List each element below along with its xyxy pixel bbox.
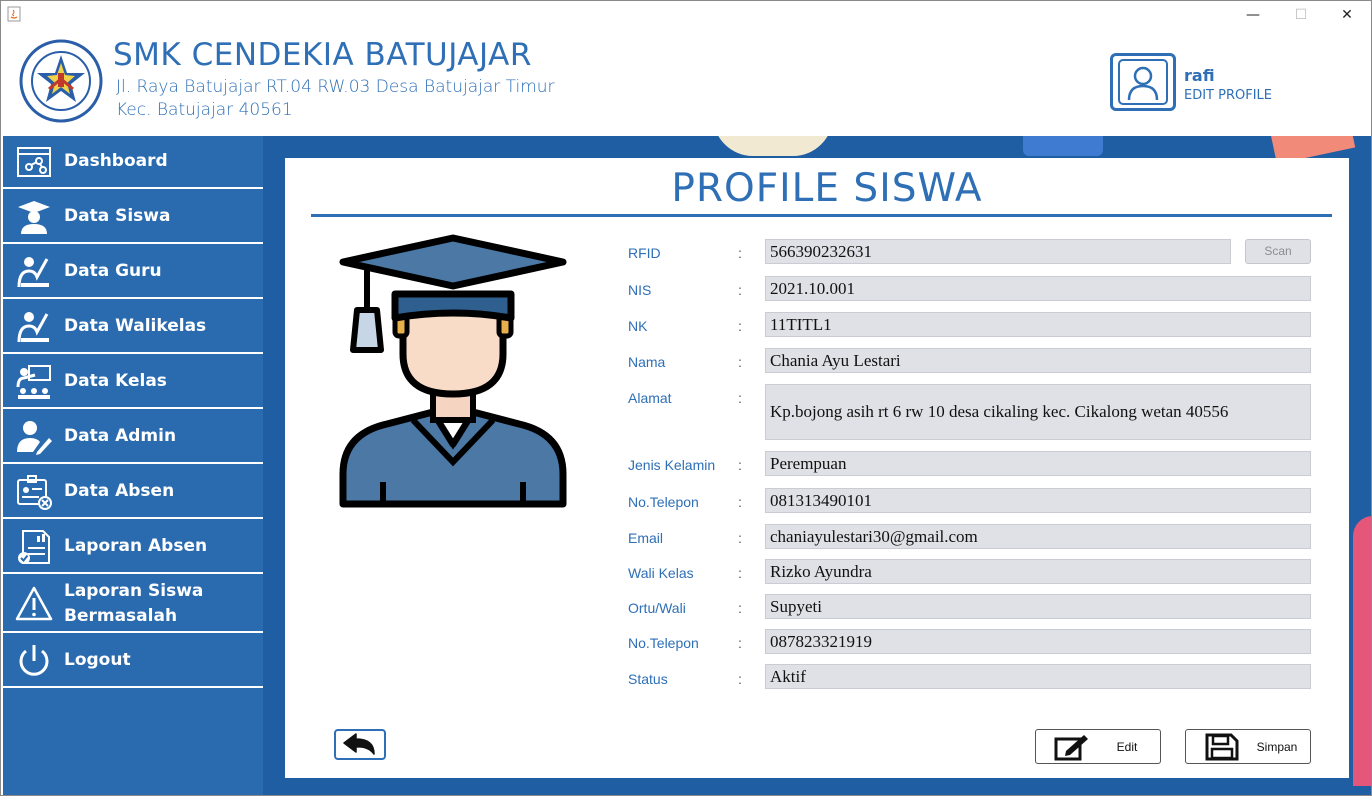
field-label-ortu-wali: Ortu/Wali xyxy=(628,600,686,616)
floppy-disk-icon xyxy=(1205,733,1239,761)
edit-profile-link[interactable]: EDIT PROFILE xyxy=(1184,88,1272,103)
teacher-icon xyxy=(17,311,49,342)
sidebar-item-data-siswa[interactable]: Data Siswa xyxy=(3,191,263,244)
sidebar-item-label: Data Siswa xyxy=(64,206,171,226)
jenis-kelamin-field[interactable]: Perempuan xyxy=(765,451,1311,476)
admin-edit-icon xyxy=(17,420,52,455)
no-telepon-ortu-field[interactable]: 087823321919 xyxy=(765,629,1311,654)
report-icon xyxy=(18,529,50,564)
field-label-nis: NIS xyxy=(628,282,652,298)
app-window: — ☐ ✕ SMK CENDEKIA BATUJAJAR Jl. Raya Ba… xyxy=(0,0,1372,796)
field-colon: : xyxy=(738,390,742,406)
save-button-label: Simpan xyxy=(1256,739,1298,754)
back-button[interactable] xyxy=(334,729,386,760)
title-bar: — ☐ ✕ xyxy=(1,1,1371,29)
page-title: PROFILE SISWA xyxy=(671,166,983,211)
sidebar-item-laporan-absen[interactable]: Laporan Absen xyxy=(3,521,263,574)
minimize-button[interactable]: — xyxy=(1231,4,1275,26)
sidebar-item-data-admin[interactable]: Data Admin xyxy=(3,411,263,464)
sidebar-item-logout[interactable]: Logout xyxy=(3,635,263,688)
ortu-wali-field[interactable]: Supyeti xyxy=(765,594,1311,619)
sidebar-item-label: Laporan Siswa Bermasalah xyxy=(64,580,204,626)
field-label-no-telepon: No.Telepon xyxy=(628,494,699,510)
field-colon: : xyxy=(738,457,742,473)
decoration-shape xyxy=(1023,136,1103,156)
field-colon: : xyxy=(738,494,742,510)
wali-kelas-field[interactable]: Rizko Ayundra xyxy=(765,559,1311,584)
field-colon: : xyxy=(738,671,742,687)
classroom-icon xyxy=(16,364,51,399)
teacher-icon xyxy=(17,256,49,287)
user-name: rafi xyxy=(1184,66,1215,85)
alamat-field[interactable]: Kp.bojong asih rt 6 rw 10 desa cikaling … xyxy=(765,384,1311,440)
edit-button-label: Edit xyxy=(1116,739,1138,754)
sidebar-item-label: Data Kelas xyxy=(64,371,167,391)
edit-button[interactable]: Edit xyxy=(1035,729,1161,764)
field-label-nk: NK xyxy=(628,318,648,334)
sidebar-item-data-guru[interactable]: Data Guru xyxy=(3,246,263,299)
sidebar-item-data-absen[interactable]: Data Absen xyxy=(3,466,263,519)
school-logo xyxy=(19,39,103,123)
address-line-1: Jl. Raya Batujajar RT.04 RW.03 Desa Batu… xyxy=(116,77,555,97)
save-button[interactable]: Simpan xyxy=(1185,729,1311,764)
field-colon: : xyxy=(738,318,742,334)
field-colon: : xyxy=(738,600,742,616)
graduate-icon xyxy=(18,200,50,234)
field-label-nama: Nama xyxy=(628,354,666,370)
field-colon: : xyxy=(738,282,742,298)
back-arrow-icon xyxy=(343,732,375,755)
field-colon: : xyxy=(738,635,742,651)
student-graduate-illustration xyxy=(339,234,567,508)
nama-field[interactable]: Chania Ayu Lestari xyxy=(765,348,1311,373)
field-label-rfid: RFID xyxy=(628,245,661,261)
nk-field[interactable]: 11TITL1 xyxy=(765,312,1311,337)
field-label-email: Email xyxy=(628,530,664,546)
sidebar-item-label: Logout xyxy=(64,650,131,670)
sidebar-item-data-kelas[interactable]: Data Kelas xyxy=(3,356,263,409)
user-profile-button[interactable] xyxy=(1110,53,1176,111)
dashboard-icon xyxy=(17,146,51,177)
field-label-alamat: Alamat xyxy=(628,390,672,406)
java-app-icon xyxy=(7,6,21,22)
sidebar-item-label: Data Guru xyxy=(64,261,162,281)
status-field[interactable]: Aktif xyxy=(765,664,1311,689)
sidebar-item-laporan-siswa-bermasalah[interactable]: Laporan Siswa Bermasalah xyxy=(3,576,263,633)
email-field[interactable]: chaniayulestari30@gmail.com xyxy=(765,524,1311,549)
decoration-shape xyxy=(713,136,833,156)
sidebar-item-data-walikelas[interactable]: Data Walikelas xyxy=(3,301,263,354)
sidebar-item-label: Dashboard xyxy=(64,151,168,171)
no-telepon-field[interactable]: 081313490101 xyxy=(765,488,1311,513)
scan-button[interactable]: Scan xyxy=(1245,239,1311,264)
field-colon: : xyxy=(738,245,742,261)
profile-panel: PROFILE SISWA RFID : 566390232631 Scan N… xyxy=(285,158,1349,778)
sidebar-item-label: Laporan Absen xyxy=(64,536,208,556)
edit-icon xyxy=(1054,735,1088,761)
nis-field[interactable]: 2021.10.001 xyxy=(765,276,1311,301)
title-divider xyxy=(311,214,1332,217)
school-name: SMK CENDEKIA BATUJAJAR xyxy=(113,37,532,73)
close-button[interactable]: ✕ xyxy=(1325,4,1369,26)
power-icon xyxy=(19,644,49,676)
field-colon: : xyxy=(738,565,742,581)
field-label-wali-kelas: Wali Kelas xyxy=(628,565,694,581)
field-label-no-telepon-ortu: No.Telepon xyxy=(628,635,699,651)
field-label-status: Status xyxy=(628,671,668,687)
school-address: Jl. Raya Batujajar RT.04 RW.03 Desa Batu… xyxy=(116,76,555,122)
user-avatar-icon xyxy=(1118,59,1168,105)
app-header: SMK CENDEKIA BATUJAJAR Jl. Raya Batujaja… xyxy=(3,29,1371,136)
sidebar-item-label: Data Walikelas xyxy=(64,316,207,336)
sidebar-item-label: Data Absen xyxy=(64,481,175,501)
field-colon: : xyxy=(738,530,742,546)
field-label-jenis-kelamin: Jenis Kelamin xyxy=(628,457,716,473)
sidebar-item-label: Data Admin xyxy=(64,426,177,446)
warning-icon xyxy=(15,586,53,620)
id-card-icon xyxy=(17,474,52,510)
maximize-button[interactable]: ☐ xyxy=(1279,4,1323,26)
sidebar-item-dashboard[interactable]: Dashboard xyxy=(3,136,263,189)
field-colon: : xyxy=(738,354,742,370)
decoration-shape xyxy=(1353,516,1371,786)
rfid-field[interactable]: 566390232631 xyxy=(765,239,1231,264)
sidebar: Dashboard Data Siswa Data Guru Data Wali… xyxy=(3,136,263,795)
address-line-2: Kec. Batujajar 40561 xyxy=(116,100,293,120)
